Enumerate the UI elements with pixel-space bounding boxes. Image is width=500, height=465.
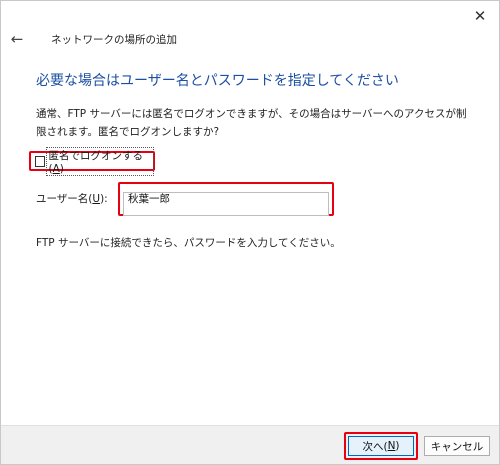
back-arrow-icon: ←: [10, 30, 24, 48]
checkbox-square[interactable]: [35, 155, 46, 167]
back-button[interactable]: ←: [7, 29, 27, 49]
info-text: FTP サーバーに接続できたら、パスワードを入力してください。: [36, 237, 341, 249]
description-text: 通常、FTP サーバーには匿名でログオンできますが、その場合はサーバーへのアクセ…: [36, 108, 467, 138]
anonymous-logon-label: 匿名でログオンする(A): [46, 146, 154, 176]
page-heading: 必要な場合はユーザー名とパスワードを指定してください: [36, 73, 399, 89]
wizard-title: ネットワークの場所の追加: [51, 34, 177, 46]
anonymous-logon-checkbox[interactable]: 匿名でログオンする(A): [29, 146, 155, 176]
close-icon: ✕: [473, 7, 487, 25]
close-button[interactable]: ✕: [467, 5, 493, 27]
cancel-button[interactable]: キャンセル: [424, 436, 490, 456]
next-button[interactable]: 次へ(N): [348, 436, 414, 456]
username-label: ユーザー名(U):: [36, 193, 108, 205]
add-network-location-wizard: ✕ ← ネットワークの場所の追加 必要な場合はユーザー名とパスワードを指定してく…: [0, 0, 500, 465]
username-input[interactable]: [123, 191, 329, 216]
username-field-highlight: [118, 182, 334, 216]
next-button-highlight: 次へ(N): [344, 432, 418, 460]
